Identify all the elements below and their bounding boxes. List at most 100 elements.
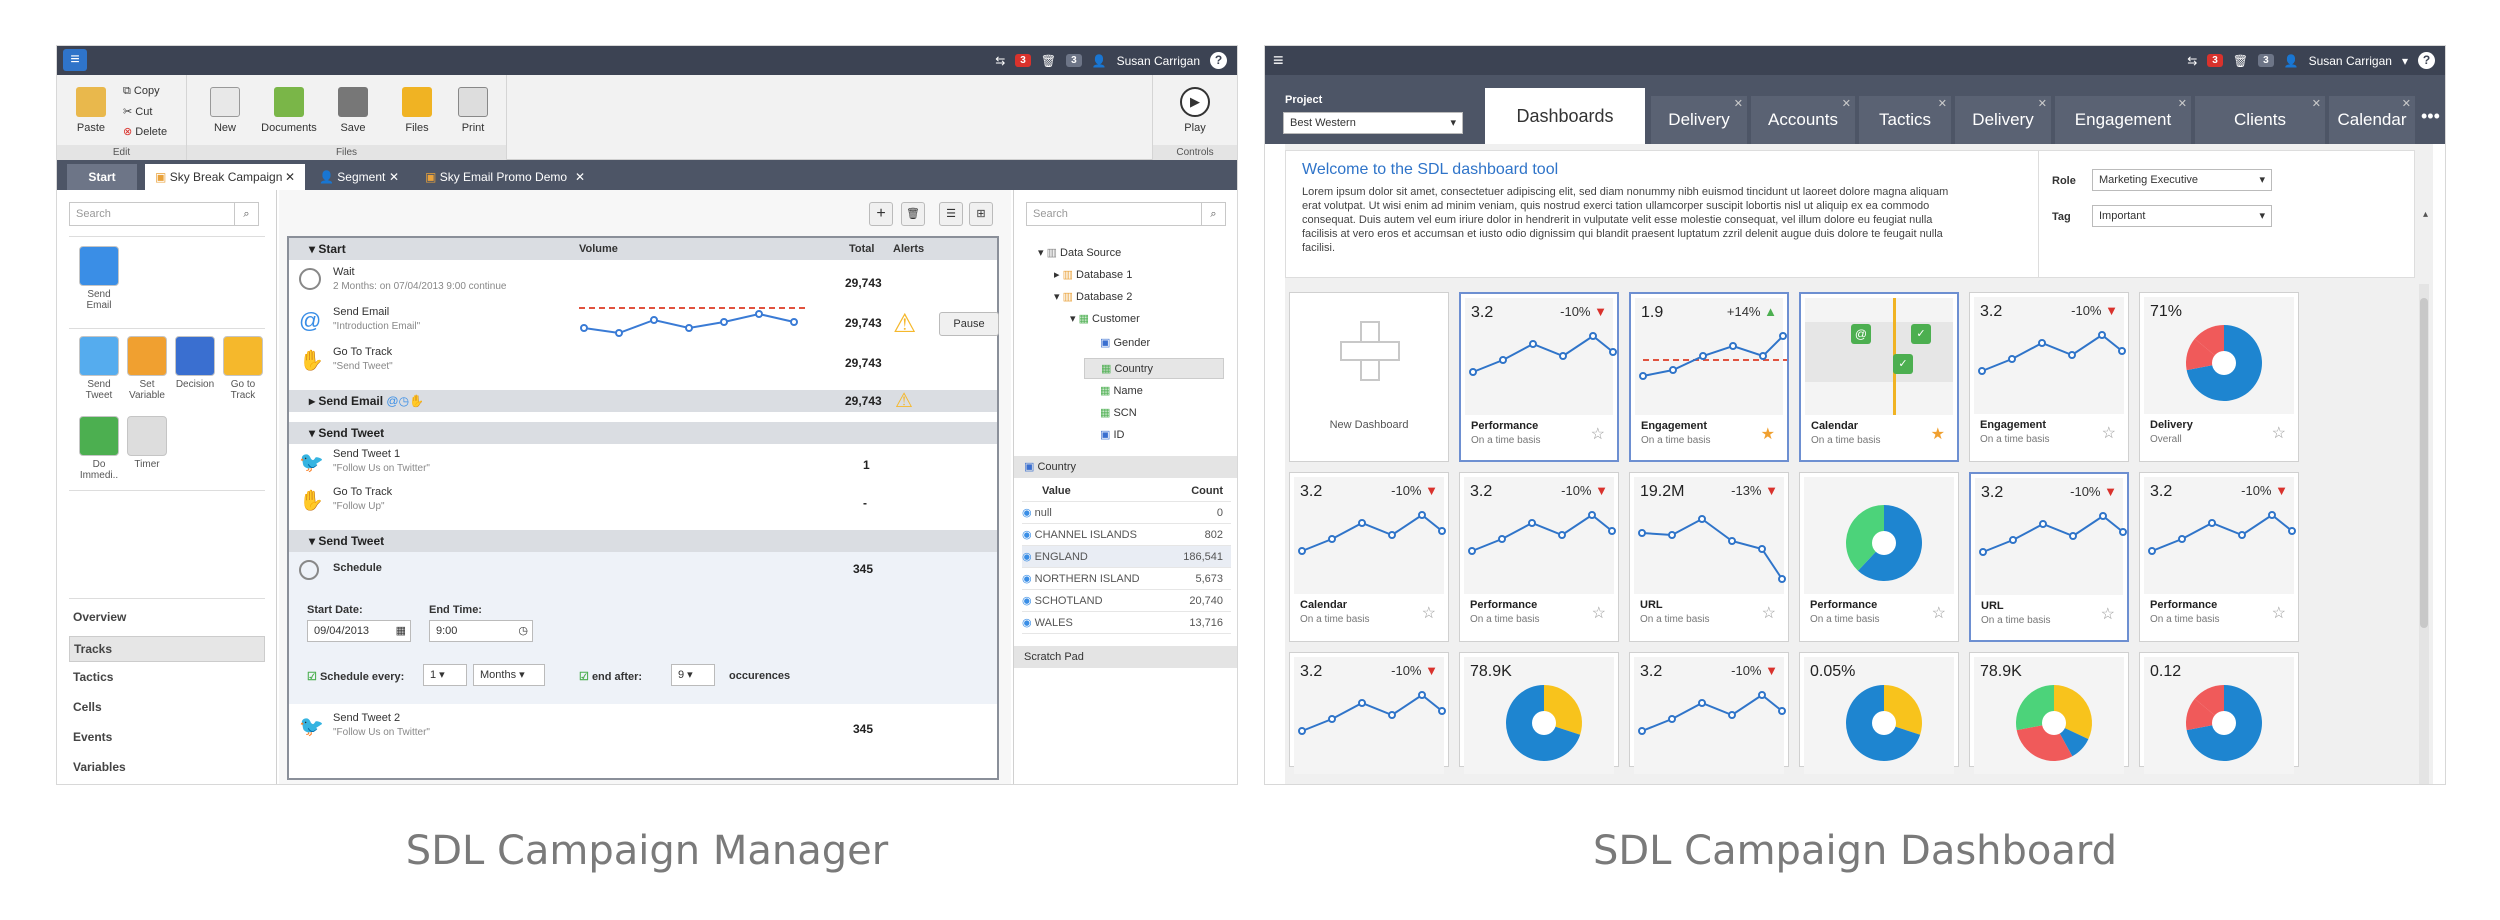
- nav-overview[interactable]: Overview: [73, 610, 126, 624]
- dashboard-card[interactable]: 0.12: [2139, 652, 2299, 774]
- list-view-button[interactable]: ☰: [939, 202, 963, 226]
- dashboard-card[interactable]: 3.2 -10% ▼ Performance On a time basis ☆: [1459, 472, 1619, 642]
- close-icon[interactable]: ✕: [2178, 98, 2187, 110]
- dashboard-card[interactable]: Performance On a time basis ☆: [1799, 472, 1959, 642]
- end-after-select[interactable]: 9 ▾: [671, 664, 715, 686]
- tool-send-email[interactable]: Send Email: [79, 246, 119, 311]
- tool-timer[interactable]: Timer: [127, 416, 167, 470]
- send-tweet-2-step[interactable]: 🐦 Send Tweet 2 "Follow Us on Twitter": [299, 712, 430, 738]
- section-send-tweet-1[interactable]: ▾ Send Tweet: [289, 422, 997, 444]
- section-send-tweet-2[interactable]: ▾ Send Tweet: [289, 530, 997, 552]
- menu-icon[interactable]: ≡: [1273, 50, 1284, 71]
- files-button[interactable]: Files: [387, 87, 447, 134]
- new-button[interactable]: New: [195, 87, 255, 134]
- field-country[interactable]: ▦ Country: [1084, 358, 1224, 379]
- end-time-input[interactable]: 9:00 ◷: [429, 620, 533, 642]
- project-select[interactable]: Best Western ▾: [1283, 112, 1463, 134]
- country-row[interactable]: ◉ ENGLAND 186,541: [1022, 546, 1231, 568]
- dashboard-card[interactable]: 3.2 -10% ▼ Performance On a time basis ☆: [2139, 472, 2299, 642]
- field-id[interactable]: ▣ ID: [1084, 428, 1124, 441]
- close-icon[interactable]: ✕: [2402, 98, 2411, 110]
- section-start[interactable]: ▾ Start: [289, 238, 997, 260]
- dashboard-card[interactable]: 3.2 -10% ▼ Performance On a time basis ☆: [1459, 292, 1619, 462]
- nav-events[interactable]: Events: [73, 730, 112, 744]
- dashboard-card[interactable]: 1.9 +14% ▲ Engagement On a time basis ★: [1629, 292, 1789, 462]
- country-row[interactable]: ◉ null 0: [1022, 502, 1231, 524]
- send-tweet-1-step[interactable]: 🐦 Send Tweet 1 "Follow Us on Twitter": [299, 448, 430, 474]
- star-icon[interactable]: ☆: [1591, 424, 1605, 444]
- star-icon[interactable]: ☆: [2101, 604, 2115, 624]
- tag-select[interactable]: Important ▾: [2092, 205, 2272, 227]
- star-icon[interactable]: ☆: [1592, 603, 1606, 623]
- tab-calendar[interactable]: Calendar ✕: [2329, 96, 2415, 144]
- start-date-input[interactable]: 09/04/2013 ▦: [307, 620, 411, 642]
- trash-icon[interactable]: 🗑: [1041, 54, 1056, 68]
- calendar-icon[interactable]: ▦: [396, 621, 406, 641]
- collapse-icon[interactable]: ▴: [2423, 209, 2428, 220]
- nav-cells[interactable]: Cells: [73, 700, 102, 714]
- country-row[interactable]: ◉ CHANNEL ISLANDS 802: [1022, 524, 1231, 546]
- tab-accounts[interactable]: Accounts ✕: [1751, 96, 1855, 144]
- user-name[interactable]: Susan Carrigan: [2309, 54, 2392, 68]
- tree-customer[interactable]: ▾ ▦ Customer: [1054, 312, 1140, 325]
- copy-button[interactable]: ⧉ Copy: [123, 85, 160, 98]
- tab-sky-break-campaign[interactable]: ▣ Sky Break Campaign ✕: [145, 164, 305, 190]
- tab-sky-email-promo[interactable]: ▣ Sky Email Promo Demo ✕: [415, 164, 595, 190]
- tab-delivery[interactable]: Delivery ✕: [1651, 96, 1747, 144]
- dashboard-card[interactable]: 3.2 -10% ▼ URL On a time basis ☆: [1969, 472, 2129, 642]
- print-button[interactable]: Print: [443, 87, 503, 134]
- nav-variables[interactable]: Variables: [73, 760, 126, 774]
- send-email-step[interactable]: @ Send Email "Introduction Email": [299, 306, 420, 333]
- country-row[interactable]: ◉ WALES 13,716: [1022, 612, 1231, 634]
- field-name[interactable]: ▦ Name: [1084, 384, 1143, 397]
- play-button[interactable]: ▶ Play: [1165, 87, 1225, 134]
- wait-step[interactable]: Wait 2 Months: on 07/04/2013 9:00 continu…: [299, 266, 506, 292]
- tree-view-button[interactable]: ⊞: [969, 202, 993, 226]
- close-icon[interactable]: ✕: [575, 164, 585, 190]
- star-icon[interactable]: ★: [1761, 424, 1775, 444]
- dashboard-card[interactable]: 78.9K: [1459, 652, 1619, 774]
- nav-tracks[interactable]: Tracks: [69, 636, 265, 662]
- end-after-checkbox[interactable]: ☑ end after:: [579, 670, 642, 683]
- new-dashboard-card[interactable]: New Dashboard: [1289, 292, 1449, 462]
- documents-button[interactable]: Documents: [259, 87, 319, 134]
- menu-icon[interactable]: ≡: [63, 49, 87, 71]
- tab-start[interactable]: Start: [67, 164, 137, 190]
- star-icon[interactable]: ☆: [1422, 603, 1436, 623]
- palette-search-input[interactable]: Search ⌕: [69, 202, 259, 226]
- tool-decision[interactable]: Decision: [175, 336, 215, 390]
- tree-database-2[interactable]: ▾ ▥ Database 2: [1038, 290, 1132, 303]
- save-button[interactable]: Save: [323, 87, 383, 134]
- chevron-down-icon[interactable]: ▾: [2402, 54, 2408, 68]
- search-icon[interactable]: ⌕: [234, 203, 258, 225]
- star-icon[interactable]: ☆: [1932, 603, 1946, 623]
- close-icon[interactable]: ✕: [1842, 98, 1851, 110]
- close-icon[interactable]: ✕: [389, 164, 399, 190]
- tab-engagement[interactable]: Engagement ✕: [2055, 96, 2191, 144]
- every-unit-select[interactable]: Months ▾: [473, 664, 545, 686]
- help-icon[interactable]: ?: [1210, 52, 1227, 69]
- search-icon[interactable]: ⌕: [1201, 203, 1225, 225]
- country-row[interactable]: ◉ NORTHERN ISLAND 5,673: [1022, 568, 1231, 590]
- delete-button[interactable]: ⊗ Delete: [123, 125, 167, 138]
- trash-badge[interactable]: 3: [2258, 54, 2274, 67]
- trash-badge[interactable]: 3: [1066, 54, 1082, 67]
- section-send-email[interactable]: ▸ Send Email @◷✋: [289, 390, 997, 412]
- scratch-pad[interactable]: Scratch Pad: [1014, 646, 1237, 668]
- star-icon[interactable]: ★: [1931, 424, 1945, 444]
- tree-data-source[interactable]: ▾ ▥ Data Source: [1022, 246, 1121, 259]
- help-icon[interactable]: ?: [2418, 52, 2435, 69]
- dashboard-card[interactable]: 3.2 -10% ▼ Engagement On a time basis ☆: [1969, 292, 2129, 462]
- retweet-icon[interactable]: ⇆: [995, 54, 1005, 68]
- dashboard-card[interactable]: @ ✓ ✓ Calendar On a time basis ★: [1799, 292, 1959, 462]
- dashboard-card[interactable]: 3.2 -10% ▼: [1629, 652, 1789, 774]
- go-to-track-2-step[interactable]: ✋ Go To Track "Follow Up": [299, 486, 392, 512]
- clock-icon[interactable]: ◷: [518, 621, 528, 641]
- role-select[interactable]: Marketing Executive ▾: [2092, 169, 2272, 191]
- dashboard-card[interactable]: 3.2 -10% ▼ Calendar On a time basis ☆: [1289, 472, 1449, 642]
- dashboard-card[interactable]: 19.2M -13% ▼ URL On a time basis ☆: [1629, 472, 1789, 642]
- tool-go-to-track[interactable]: Go to Track: [223, 336, 263, 401]
- dashboard-card[interactable]: 3.2 -10% ▼: [1289, 652, 1449, 774]
- data-search-input[interactable]: Search ⌕: [1026, 202, 1226, 226]
- delete-step-button[interactable]: 🗑: [901, 202, 925, 226]
